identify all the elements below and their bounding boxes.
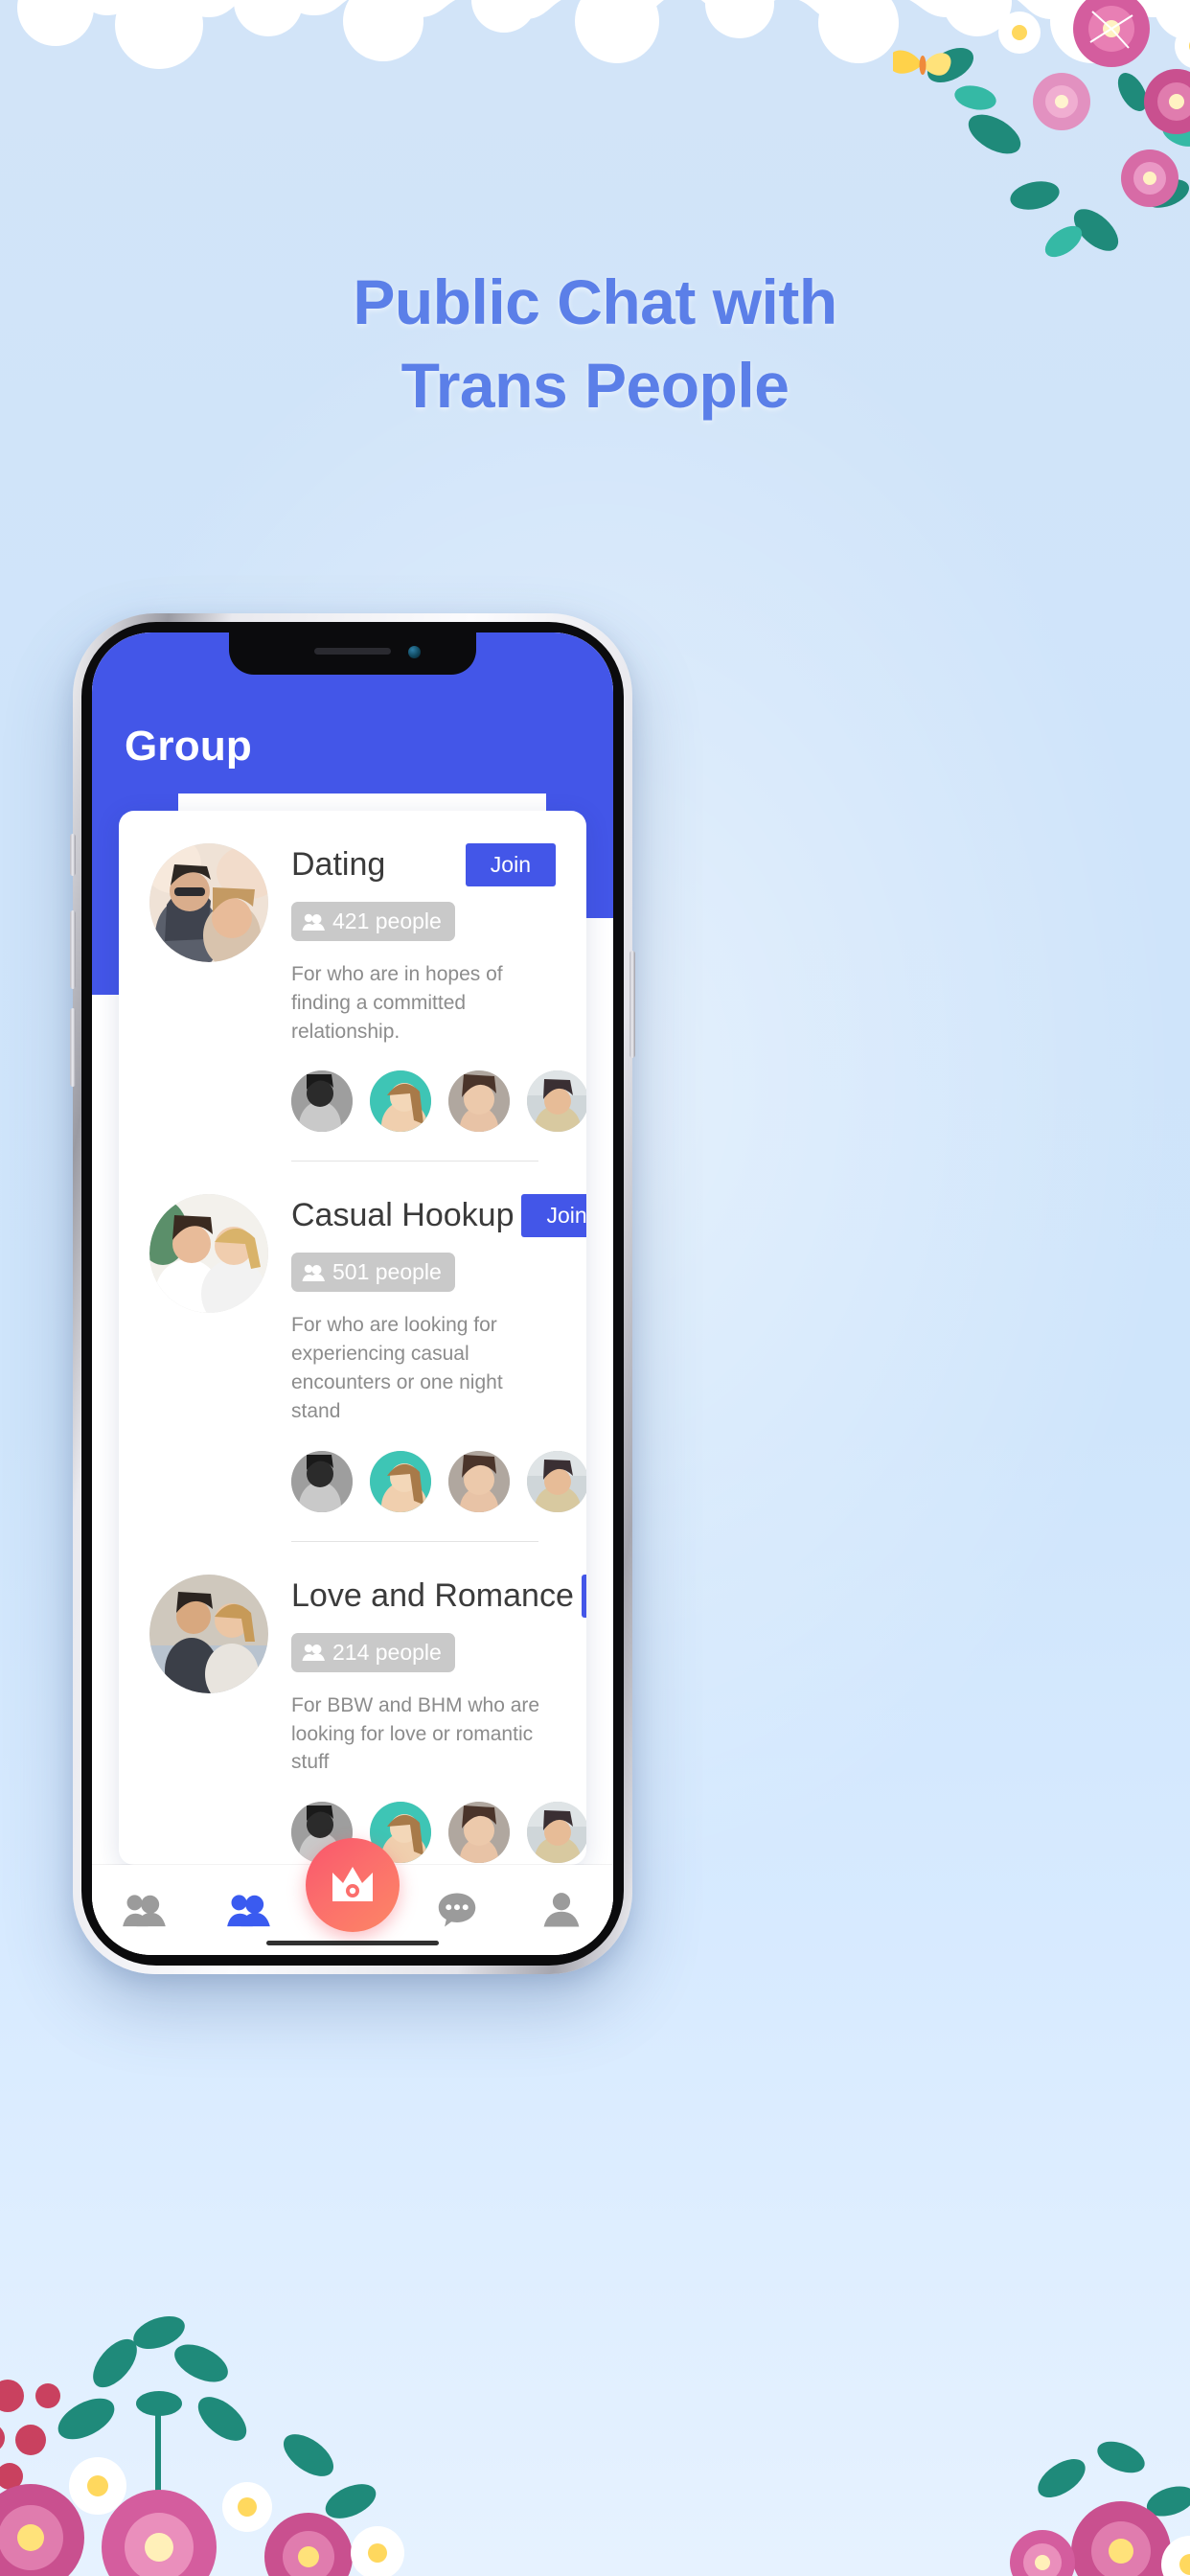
member-count-badge: 421 people xyxy=(291,902,455,941)
member-avatar[interactable] xyxy=(370,1070,431,1133)
cloud-band xyxy=(17,0,1190,69)
friends-people-icon xyxy=(227,1895,270,1927)
phone-volume-down-button[interactable] xyxy=(70,1008,76,1087)
group-description: For BBW and BHM who are looking for love… xyxy=(291,1693,540,1774)
group-name: Dating xyxy=(291,846,386,883)
member-avatar[interactable] xyxy=(527,1450,586,1512)
profile-person-icon xyxy=(543,1893,579,1927)
member-count-badge: 214 people xyxy=(291,1632,455,1672)
join-button[interactable]: Join xyxy=(521,1194,586,1238)
promo-headline: Public Chat with Trans People xyxy=(0,261,1190,427)
group-card[interactable]: Casual Hookup Join 501 people For who ar… xyxy=(121,1162,586,1542)
nav-item-groups[interactable] xyxy=(100,1865,188,1955)
member-count-label: 421 people xyxy=(332,908,442,933)
member-avatar[interactable] xyxy=(527,1070,586,1133)
page-title: Group xyxy=(125,723,252,770)
member-avatar[interactable] xyxy=(448,1802,510,1864)
group-list-sheet: Dating Join 421 people For who are in ho… xyxy=(119,811,586,1865)
group-name: Casual Hookup xyxy=(291,1197,515,1234)
member-avatar[interactable] xyxy=(448,1450,510,1512)
member-count-label: 501 people xyxy=(332,1259,442,1285)
group-list-scroll[interactable]: Dating Join 421 people For who are in ho… xyxy=(119,811,586,1865)
phone-earpiece-speaker xyxy=(314,648,391,655)
member-avatar[interactable] xyxy=(527,1802,586,1864)
group-name: Love and Romance xyxy=(291,1576,574,1614)
people-icon xyxy=(302,913,325,931)
join-button[interactable]: Join xyxy=(581,1574,586,1618)
group-description: For who are in hopes of finding a commit… xyxy=(291,963,503,1043)
member-avatar[interactable] xyxy=(370,1450,431,1512)
phone-mockup: Group Dating Join 421 people For who are… xyxy=(70,613,635,1974)
people-icon xyxy=(302,1264,325,1281)
group-people-icon xyxy=(123,1895,167,1927)
phone-power-button[interactable] xyxy=(629,951,635,1058)
member-avatar[interactable] xyxy=(448,1070,510,1133)
nav-item-profile[interactable] xyxy=(517,1865,606,1955)
group-avatar xyxy=(149,843,268,962)
headline-line-2: Trans People xyxy=(400,350,790,422)
headline-line-1: Public Chat with xyxy=(353,266,837,337)
app-screen: Group Dating Join 421 people For who are… xyxy=(92,632,613,1955)
phone-front-camera xyxy=(408,646,421,658)
group-description: For who are looking for experiencing cas… xyxy=(291,1314,503,1422)
phone-screen: Group Dating Join 421 people For who are… xyxy=(92,632,613,1955)
member-avatar-row: +76 xyxy=(291,1450,586,1541)
crown-icon xyxy=(332,1867,373,1901)
people-icon xyxy=(302,1644,325,1662)
member-avatar[interactable] xyxy=(291,1070,353,1133)
phone-volume-up-button[interactable] xyxy=(70,910,76,989)
member-count-label: 214 people xyxy=(332,1639,442,1665)
premium-crown-button[interactable] xyxy=(306,1838,400,1932)
member-avatar[interactable] xyxy=(291,1450,353,1512)
group-avatar xyxy=(149,1574,268,1693)
join-button[interactable]: Join xyxy=(465,843,556,886)
member-count-badge: 501 people xyxy=(291,1253,455,1293)
group-avatar xyxy=(149,1194,268,1314)
chat-bubble-icon xyxy=(438,1893,476,1927)
group-card[interactable]: Love and Romance Join 214 peo xyxy=(121,1542,586,1865)
home-indicator xyxy=(266,1941,439,1945)
group-card[interactable]: Dating Join 421 people For who are in ho… xyxy=(121,811,586,1162)
phone-mute-switch[interactable] xyxy=(70,834,76,876)
member-avatar-row: +49 xyxy=(291,1070,586,1161)
